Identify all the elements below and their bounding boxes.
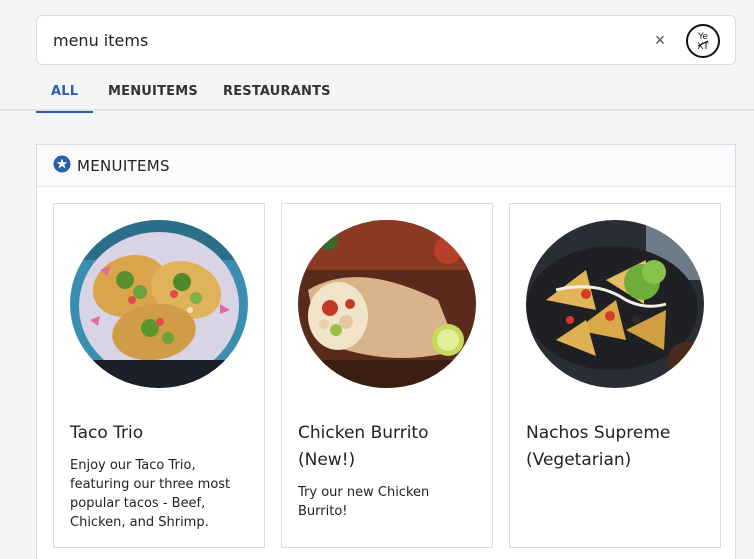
card-title: Taco Trio	[70, 423, 144, 443]
section-header: MENUITEMS	[37, 145, 735, 187]
section-title: MENUITEMS	[77, 157, 170, 175]
card-description: Try our new Chicken Burrito!	[298, 485, 430, 519]
menuitems-section: MENUITEMS Taco Trio Enjoy our Taco Trio,…	[36, 144, 736, 559]
search-input[interactable]	[53, 16, 613, 64]
vertical-tabs: ALL MENUITEMS RESTAURANTS	[0, 73, 754, 113]
tab-restaurants[interactable]: RESTAURANTS	[223, 73, 331, 111]
card-title: Nachos Supreme (Vegetarian)	[526, 423, 671, 470]
chicken-burrito-image	[298, 220, 476, 388]
clear-search-button[interactable]: ×	[648, 28, 672, 52]
tab-menuitems[interactable]: MENUITEMS	[108, 73, 198, 111]
taco-trio-image	[70, 220, 248, 388]
search-bar: × Ye XT	[36, 15, 736, 65]
close-icon: ×	[654, 29, 666, 50]
menu-item-card[interactable]: Taco Trio Enjoy our Taco Trio, featuring…	[53, 203, 265, 548]
menu-item-card[interactable]: Chicken Burrito (New!) Try our new Chick…	[281, 203, 493, 548]
card-title: Chicken Burrito (New!)	[298, 423, 429, 470]
star-icon	[53, 155, 71, 173]
yext-logo-icon: Ye XT	[697, 32, 709, 52]
yext-logo-button[interactable]: Ye XT	[686, 24, 720, 58]
menu-item-card[interactable]: Nachos Supreme (Vegetarian)	[509, 203, 721, 548]
svg-text:Ye: Ye	[697, 32, 708, 42]
nachos-supreme-image	[526, 220, 704, 388]
card-description: Enjoy our Taco Trio, featuring our three…	[70, 458, 231, 530]
tab-all[interactable]: ALL	[35, 73, 94, 113]
